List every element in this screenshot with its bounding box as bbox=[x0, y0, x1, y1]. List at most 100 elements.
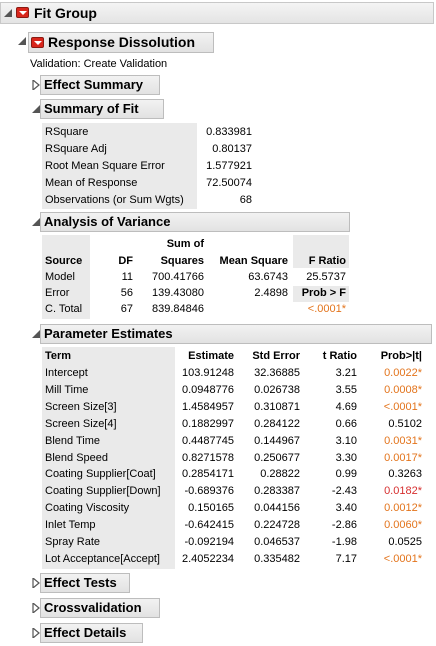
effect-summary-title: Effect Summary bbox=[44, 77, 143, 92]
effect-details-header[interactable]: Effect Details bbox=[40, 623, 143, 643]
sof-value: 72.50074 bbox=[206, 177, 252, 189]
anova-col-ss: Squares bbox=[160, 255, 204, 267]
anova-df: 67 bbox=[120, 303, 133, 315]
anova-title: Analysis of Variance bbox=[44, 214, 171, 229]
pe-t-ratio: 3.10 bbox=[335, 434, 357, 447]
anova-ss: 839.84846 bbox=[152, 303, 204, 315]
pe-std-error: 0.335482 bbox=[254, 552, 300, 565]
pe-estimate: 2.4052234 bbox=[182, 552, 234, 565]
sof-label: Root Mean Square Error bbox=[45, 160, 165, 172]
pe-prob: 0.0031* bbox=[384, 434, 422, 447]
pe-prob: 0.3263 bbox=[388, 468, 422, 481]
pe-estimate: 0.150165 bbox=[188, 502, 234, 515]
pe-t-ratio: 3.30 bbox=[335, 451, 357, 464]
pe-std-error: 0.28822 bbox=[260, 468, 300, 481]
sof-value: 0.833981 bbox=[206, 126, 252, 138]
crossvalidation-header[interactable]: Crossvalidation bbox=[40, 598, 160, 618]
sof-value: 68 bbox=[239, 194, 252, 206]
effect-tests-header[interactable]: Effect Tests bbox=[40, 573, 130, 593]
pe-prob: 0.5102 bbox=[388, 417, 422, 430]
pe-estimate: -0.642415 bbox=[184, 519, 234, 532]
pe-std-error: 0.046537 bbox=[254, 536, 300, 548]
response-title: Response Dissolution bbox=[48, 34, 196, 50]
pe-col-t-ratio: t Ratio bbox=[322, 350, 357, 362]
pe-col-prob: Prob>|t| bbox=[380, 350, 422, 362]
pe-term: Coating Supplier[Coat] bbox=[45, 468, 156, 481]
parameter-estimates-title: Parameter Estimates bbox=[44, 326, 173, 341]
pe-prob: <.0001* bbox=[383, 552, 422, 565]
disclosure-open-icon[interactable] bbox=[3, 8, 13, 18]
pe-col-term: Term bbox=[45, 350, 72, 362]
pe-t-ratio: -2.43 bbox=[331, 485, 357, 498]
pe-prob: 0.0182* bbox=[384, 485, 422, 498]
pe-t-ratio: 3.55 bbox=[335, 383, 357, 396]
sof-value: 1.577921 bbox=[206, 160, 252, 172]
anova-ms: 63.6743 bbox=[248, 271, 288, 283]
pe-prob: 0.0525 bbox=[388, 536, 422, 548]
anova-source: Error bbox=[45, 287, 70, 299]
pe-term: Lot Acceptance[Accept] bbox=[45, 552, 160, 565]
pe-term: Intercept bbox=[45, 367, 88, 379]
pe-col-estimate: Estimate bbox=[188, 350, 234, 362]
pe-estimate: -0.092194 bbox=[184, 536, 234, 548]
pe-t-ratio: 7.17 bbox=[335, 552, 357, 565]
fit-group-title: Fit Group bbox=[34, 5, 97, 21]
sof-label: RSquare bbox=[45, 126, 89, 138]
pe-t-ratio: 3.21 bbox=[335, 367, 357, 379]
disclosure-open-icon[interactable] bbox=[17, 36, 27, 46]
pe-estimate: 0.2854171 bbox=[182, 468, 234, 481]
pe-std-error: 0.026738 bbox=[254, 383, 300, 396]
anova-ms: 2.4898 bbox=[254, 287, 288, 299]
pe-std-error: 0.144967 bbox=[254, 434, 300, 447]
pe-prob: <.0001* bbox=[383, 400, 422, 413]
validation-note: Validation: Create Validation bbox=[30, 58, 168, 70]
anova-col-df: DF bbox=[118, 255, 133, 267]
pe-t-ratio: -1.98 bbox=[331, 536, 357, 548]
summary-of-fit-title: Summary of Fit bbox=[44, 101, 139, 116]
pe-estimate: 0.0948776 bbox=[182, 383, 234, 396]
pe-term: Spray Rate bbox=[45, 536, 101, 548]
anova-ss: 700.41766 bbox=[152, 271, 204, 283]
anova-header[interactable]: Analysis of Variance bbox=[40, 212, 350, 232]
summary-of-fit-header[interactable]: Summary of Fit bbox=[40, 99, 164, 119]
pe-std-error: 0.224728 bbox=[254, 519, 300, 532]
pe-t-ratio: 0.66 bbox=[335, 417, 357, 430]
anova-prob-value: <.0001* bbox=[307, 303, 346, 315]
pe-prob: 0.0060* bbox=[384, 519, 422, 532]
pe-estimate: 0.4487745 bbox=[182, 434, 234, 447]
sof-label: Mean of Response bbox=[45, 177, 138, 189]
sof-label: Observations (or Sum Wgts) bbox=[45, 194, 184, 206]
pe-term: Mill Time bbox=[45, 383, 89, 396]
pe-prob: 0.0008* bbox=[384, 383, 422, 396]
crossvalidation-title: Crossvalidation bbox=[44, 600, 142, 615]
pe-term: Blend Time bbox=[45, 434, 101, 447]
pe-term: Coating Supplier[Down] bbox=[45, 485, 161, 498]
pe-term: Coating Viscosity bbox=[45, 502, 130, 515]
pe-t-ratio: 0.99 bbox=[335, 468, 357, 481]
pe-term: Inlet Temp bbox=[45, 519, 96, 532]
pe-col-std-error: Std Error bbox=[252, 350, 300, 362]
pe-estimate: -0.689376 bbox=[184, 485, 234, 498]
anova-df: 56 bbox=[120, 287, 133, 299]
anova-ss: 139.43080 bbox=[152, 287, 204, 299]
pe-std-error: 0.044156 bbox=[254, 502, 300, 515]
anova-col-ms: Mean Square bbox=[219, 255, 288, 267]
pe-estimate: 1.4584957 bbox=[182, 400, 234, 413]
pe-std-error: 0.283387 bbox=[254, 485, 300, 498]
pe-estimate: 0.1882997 bbox=[182, 417, 234, 430]
effect-details-title: Effect Details bbox=[44, 625, 127, 640]
effect-summary-header[interactable]: Effect Summary bbox=[40, 75, 160, 95]
pe-t-ratio: -2.86 bbox=[331, 519, 357, 532]
pe-estimate: 103.91248 bbox=[182, 367, 234, 379]
response-menu-button[interactable] bbox=[31, 37, 44, 48]
pe-std-error: 32.36885 bbox=[254, 367, 300, 379]
anova-df: 11 bbox=[121, 271, 133, 283]
fit-group-menu-button[interactable] bbox=[16, 7, 29, 18]
anova-source: Model bbox=[45, 271, 75, 283]
pe-t-ratio: 3.40 bbox=[335, 502, 357, 515]
pe-term: Blend Speed bbox=[45, 451, 108, 464]
parameter-estimates-header[interactable]: Parameter Estimates bbox=[40, 324, 432, 344]
anova-col-f: F Ratio bbox=[308, 255, 346, 267]
pe-std-error: 0.250677 bbox=[254, 451, 300, 464]
anova-col-source: Source bbox=[45, 255, 83, 267]
